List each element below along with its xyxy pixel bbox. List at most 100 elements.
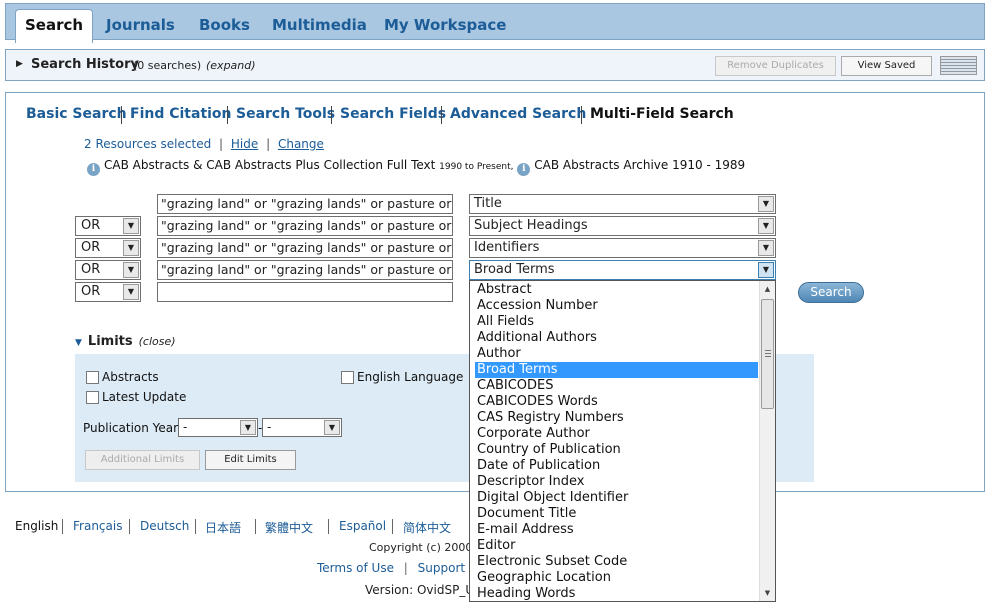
search-history-expand-link[interactable]: (expand) xyxy=(206,59,256,72)
year-from-select[interactable]: - ▼ xyxy=(178,418,258,437)
dropdown-option[interactable]: CABICODES Words xyxy=(475,394,758,410)
year-to-select[interactable]: - ▼ xyxy=(262,418,342,437)
expand-arrow-icon[interactable]: ▶ xyxy=(16,59,23,69)
database-2: CAB Abstracts Archive 1910 - 1989 xyxy=(534,158,746,172)
scroll-down-icon[interactable]: ▼ xyxy=(760,585,775,601)
field-dropdown-list[interactable]: Abstract Accession Number All Fields Additi… xyxy=(469,280,776,602)
dropdown-option[interactable]: E-mail Address xyxy=(475,522,758,538)
tab-search-tools[interactable]: Search Tools xyxy=(236,106,335,122)
chevron-down-icon[interactable]: ▼ xyxy=(324,420,340,435)
dropdown-option[interactable]: CABICODES xyxy=(475,378,758,394)
chevron-down-icon[interactable]: ▼ xyxy=(123,262,139,278)
limits-title: Limits xyxy=(87,334,133,349)
dropdown-option[interactable]: Digital Object Identifier xyxy=(475,490,758,506)
database-line: i CAB Abstracts & CAB Abstracts Plus Coll… xyxy=(87,158,745,176)
dropdown-option[interactable]: CAS Registry Numbers xyxy=(475,410,758,426)
dropdown-option[interactable]: Editor xyxy=(475,538,758,554)
search-term-input-2[interactable]: "grazing land" or "grazing lands" or pas… xyxy=(157,216,453,236)
chevron-down-icon[interactable]: ▼ xyxy=(240,420,256,435)
chevron-down-icon[interactable]: ▼ xyxy=(758,240,774,256)
info-icon[interactable]: i xyxy=(517,163,531,176)
lang-english[interactable]: English xyxy=(15,519,58,533)
dropdown-option[interactable]: Heading Words xyxy=(475,586,758,601)
chevron-down-icon[interactable]: ▼ xyxy=(123,284,139,300)
top-tab-bar: Search Journals Books Multimedia My Work… xyxy=(5,3,985,43)
operator-select-4[interactable]: OR ▼ xyxy=(75,260,141,280)
lang-deutsch[interactable]: Deutsch xyxy=(140,519,189,533)
dropdown-option[interactable]: Broad Terms xyxy=(475,362,758,378)
chevron-down-icon[interactable]: ▼ xyxy=(758,262,774,278)
database-1-range: 1990 to Present, xyxy=(439,162,514,172)
tab-multimedia[interactable]: Multimedia xyxy=(272,10,367,42)
operator-select-2[interactable]: OR ▼ xyxy=(75,216,141,236)
database-1: CAB Abstracts & CAB Abstracts Plus Colle… xyxy=(104,158,436,172)
latest-update-label: Latest Update xyxy=(102,390,187,404)
remove-duplicates-button[interactable]: Remove Duplicates xyxy=(715,56,836,76)
scroll-up-icon[interactable]: ▲ xyxy=(760,281,775,297)
view-saved-button[interactable]: View Saved xyxy=(841,56,932,76)
chevron-down-icon[interactable]: ▼ xyxy=(758,218,774,234)
dropdown-option[interactable]: Electronic Subset Code xyxy=(475,554,758,570)
tab-journals[interactable]: Journals xyxy=(106,10,175,42)
tab-advanced-search[interactable]: Advanced Search xyxy=(450,106,586,122)
tab-my-workspace[interactable]: My Workspace xyxy=(384,10,506,42)
dropdown-option[interactable]: Corporate Author xyxy=(475,426,758,442)
chevron-down-icon[interactable]: ▼ xyxy=(123,240,139,256)
lang-francais[interactable]: Français xyxy=(73,519,122,533)
lang-traditional-chinese[interactable]: 繁體中文 xyxy=(265,519,313,536)
info-icon[interactable]: i xyxy=(87,163,100,176)
field-select-3[interactable]: Identifiers ▼ xyxy=(469,238,776,258)
search-term-input-4[interactable]: "grazing land" or "grazing lands" or pas… xyxy=(157,260,453,280)
search-history-bar: ▶ Search History (0 searches) (expand) R… xyxy=(5,49,985,81)
hide-link[interactable]: Hide xyxy=(231,137,258,151)
dropdown-option[interactable]: All Fields xyxy=(475,314,758,330)
dropdown-option[interactable]: Country of Publication xyxy=(475,442,758,458)
lang-japanese[interactable]: 日本語 xyxy=(205,519,241,536)
operator-select-5[interactable]: OR ▼ xyxy=(75,282,141,302)
field-select-4[interactable]: Broad Terms ▼ xyxy=(469,260,776,280)
collapse-triangle-icon[interactable]: ▼ xyxy=(75,338,82,348)
latest-update-checkbox[interactable] xyxy=(86,391,99,404)
chevron-down-icon[interactable]: ▼ xyxy=(758,196,774,212)
tab-find-citation[interactable]: Find Citation xyxy=(130,106,232,122)
dropdown-option[interactable]: Descriptor Index xyxy=(475,474,758,490)
english-language-checkbox[interactable] xyxy=(341,371,354,384)
additional-limits-button[interactable]: Additional Limits xyxy=(85,450,200,470)
scrollbar-thumb[interactable] xyxy=(761,299,774,409)
dropdown-scrollbar[interactable]: ▲ ▼ xyxy=(759,281,775,601)
search-history-title[interactable]: Search History xyxy=(31,57,139,72)
search-button[interactable]: Search xyxy=(798,282,864,303)
dropdown-option[interactable]: Additional Authors xyxy=(475,330,758,346)
tab-multi-field-search[interactable]: Multi-Field Search xyxy=(590,106,734,122)
dropdown-option[interactable]: Document Title xyxy=(475,506,758,522)
abstracts-label: Abstracts xyxy=(102,370,159,384)
tab-books[interactable]: Books xyxy=(199,10,250,42)
dropdown-option[interactable]: Accession Number xyxy=(475,298,758,314)
edit-limits-button[interactable]: Edit Limits xyxy=(205,450,296,470)
search-term-input-3[interactable]: "grazing land" or "grazing lands" or pas… xyxy=(157,238,453,258)
limits-close-link[interactable]: (close) xyxy=(139,335,176,348)
dropdown-option[interactable]: Geographic Location xyxy=(475,570,758,586)
publication-year-label: Publication Year xyxy=(83,421,179,435)
operator-select-3[interactable]: OR ▼ xyxy=(75,238,141,258)
dropdown-option[interactable]: Abstract xyxy=(475,282,758,298)
limits-header[interactable]: ▼ Limits (close) xyxy=(75,334,176,349)
abstracts-checkbox[interactable] xyxy=(86,371,99,384)
lang-simplified-chinese[interactable]: 简体中文 xyxy=(403,519,451,536)
terms-of-use-link[interactable]: Terms of Use xyxy=(317,561,394,575)
lang-espanol[interactable]: Español xyxy=(339,519,386,533)
dropdown-option[interactable]: Author xyxy=(475,346,758,362)
search-term-input-1[interactable]: "grazing land" or "grazing lands" or pas… xyxy=(157,194,453,214)
dropdown-option[interactable]: Date of Publication xyxy=(475,458,758,474)
layout-toggle-icon[interactable] xyxy=(940,56,977,75)
tab-basic-search[interactable]: Basic Search xyxy=(26,106,127,122)
field-select-1[interactable]: Title ▼ xyxy=(469,194,776,214)
field-select-2[interactable]: Subject Headings ▼ xyxy=(469,216,776,236)
chevron-down-icon[interactable]: ▼ xyxy=(123,218,139,234)
footer-links: Terms of Use | Support & xyxy=(317,561,479,575)
tab-search[interactable]: Search xyxy=(15,9,94,43)
change-link[interactable]: Change xyxy=(278,137,324,151)
search-term-input-5[interactable] xyxy=(157,282,453,302)
english-language-label: English Language xyxy=(357,370,464,384)
tab-search-fields[interactable]: Search Fields xyxy=(340,106,446,122)
